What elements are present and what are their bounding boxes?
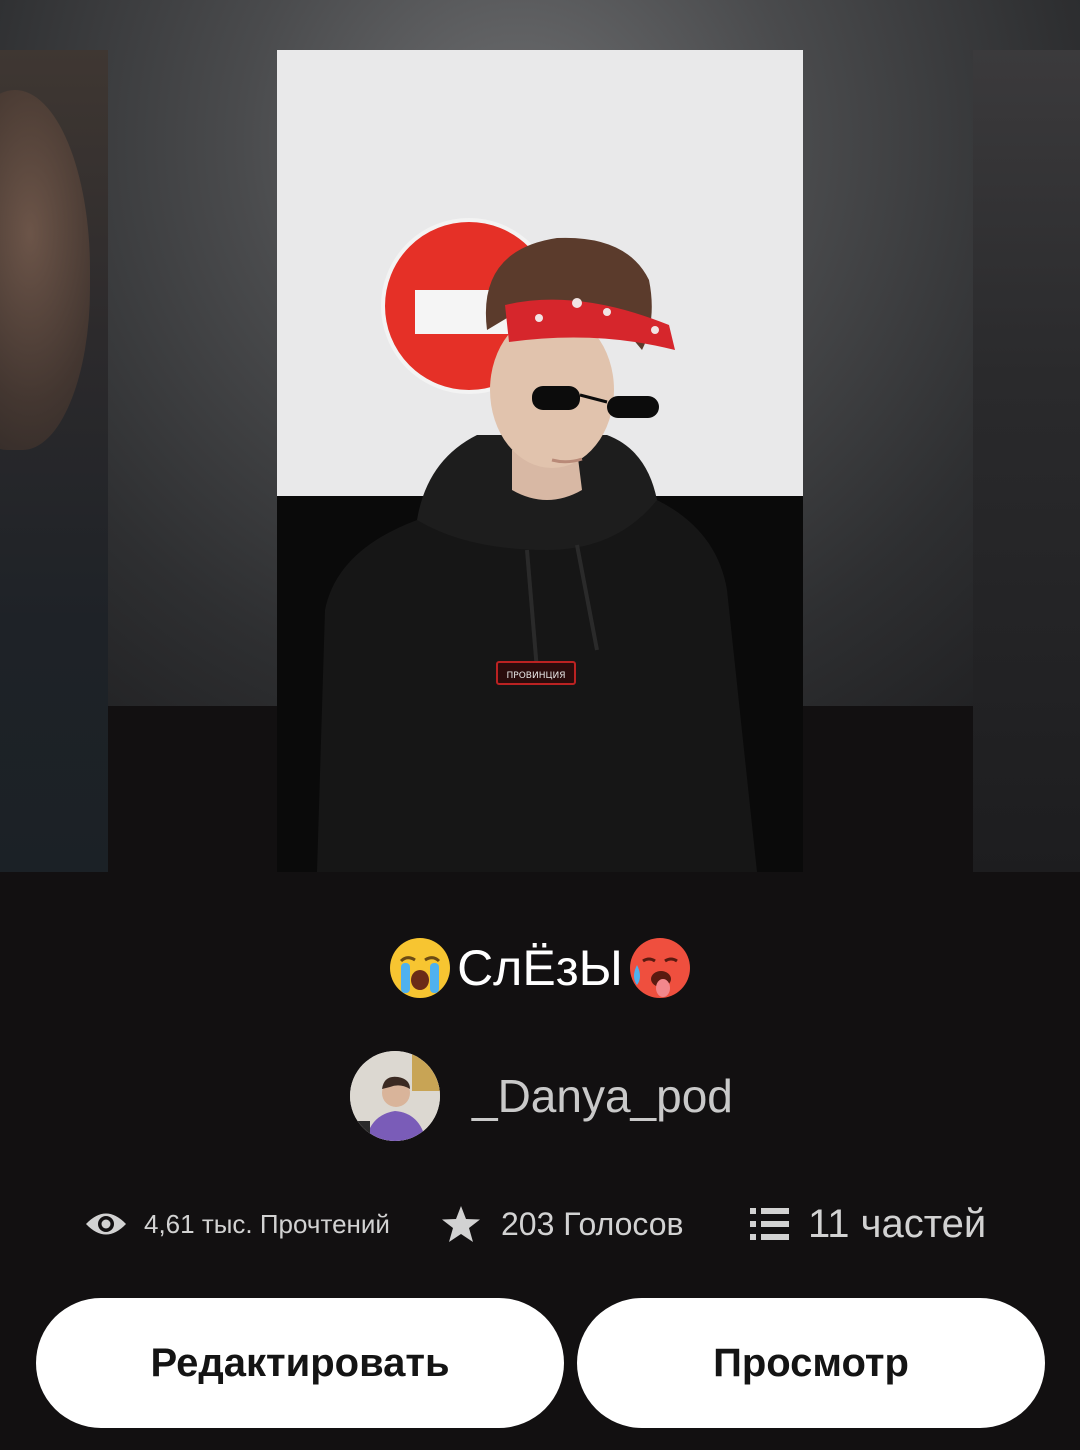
star-icon: [442, 1206, 480, 1242]
story-details-screen: ПРОВИНЦИЯ СлЁзЫ _Danya_pod 4,61 тыс. Про…: [0, 0, 1080, 1450]
hot-face-icon: [629, 938, 690, 998]
cover-badge-text: ПРОВИНЦИЯ: [507, 671, 566, 681]
next-story-cover[interactable]: [973, 50, 1080, 872]
story-cover[interactable]: ПРОВИНЦИЯ: [277, 50, 803, 872]
author-avatar[interactable]: [350, 1051, 440, 1141]
parts-stat[interactable]: 11 частей: [750, 1196, 986, 1252]
previous-story-cover[interactable]: [0, 50, 108, 872]
cover-photo: ПРОВИНЦИЯ: [277, 50, 803, 872]
story-title-row: СлЁзЫ: [0, 930, 1080, 1006]
view-button[interactable]: Просмотр: [577, 1298, 1045, 1428]
reads-count: 4,61 тыс. Прочтений: [144, 1208, 390, 1239]
loudly-crying-face-icon: [390, 938, 451, 998]
edit-button[interactable]: Редактировать: [36, 1298, 564, 1428]
votes-count: 203 Голосов: [501, 1205, 684, 1242]
avatar-photo: [350, 1051, 440, 1141]
author-name[interactable]: _Danya_pod: [472, 1069, 733, 1123]
votes-stat: 203 Голосов: [441, 1196, 684, 1252]
previous-cover-art: [0, 90, 90, 450]
story-title: СлЁзЫ: [457, 940, 623, 996]
list-icon: [750, 1208, 789, 1240]
reads-stat: 4,61 тыс. Прочтений: [84, 1196, 390, 1252]
story-stats: 4,61 тыс. Прочтений 203 Голосов 11 часте…: [0, 1196, 1080, 1252]
author-row[interactable]: _Danya_pod: [350, 1050, 733, 1142]
eye-icon: [86, 1213, 126, 1235]
parts-count[interactable]: 11 частей: [808, 1202, 986, 1247]
